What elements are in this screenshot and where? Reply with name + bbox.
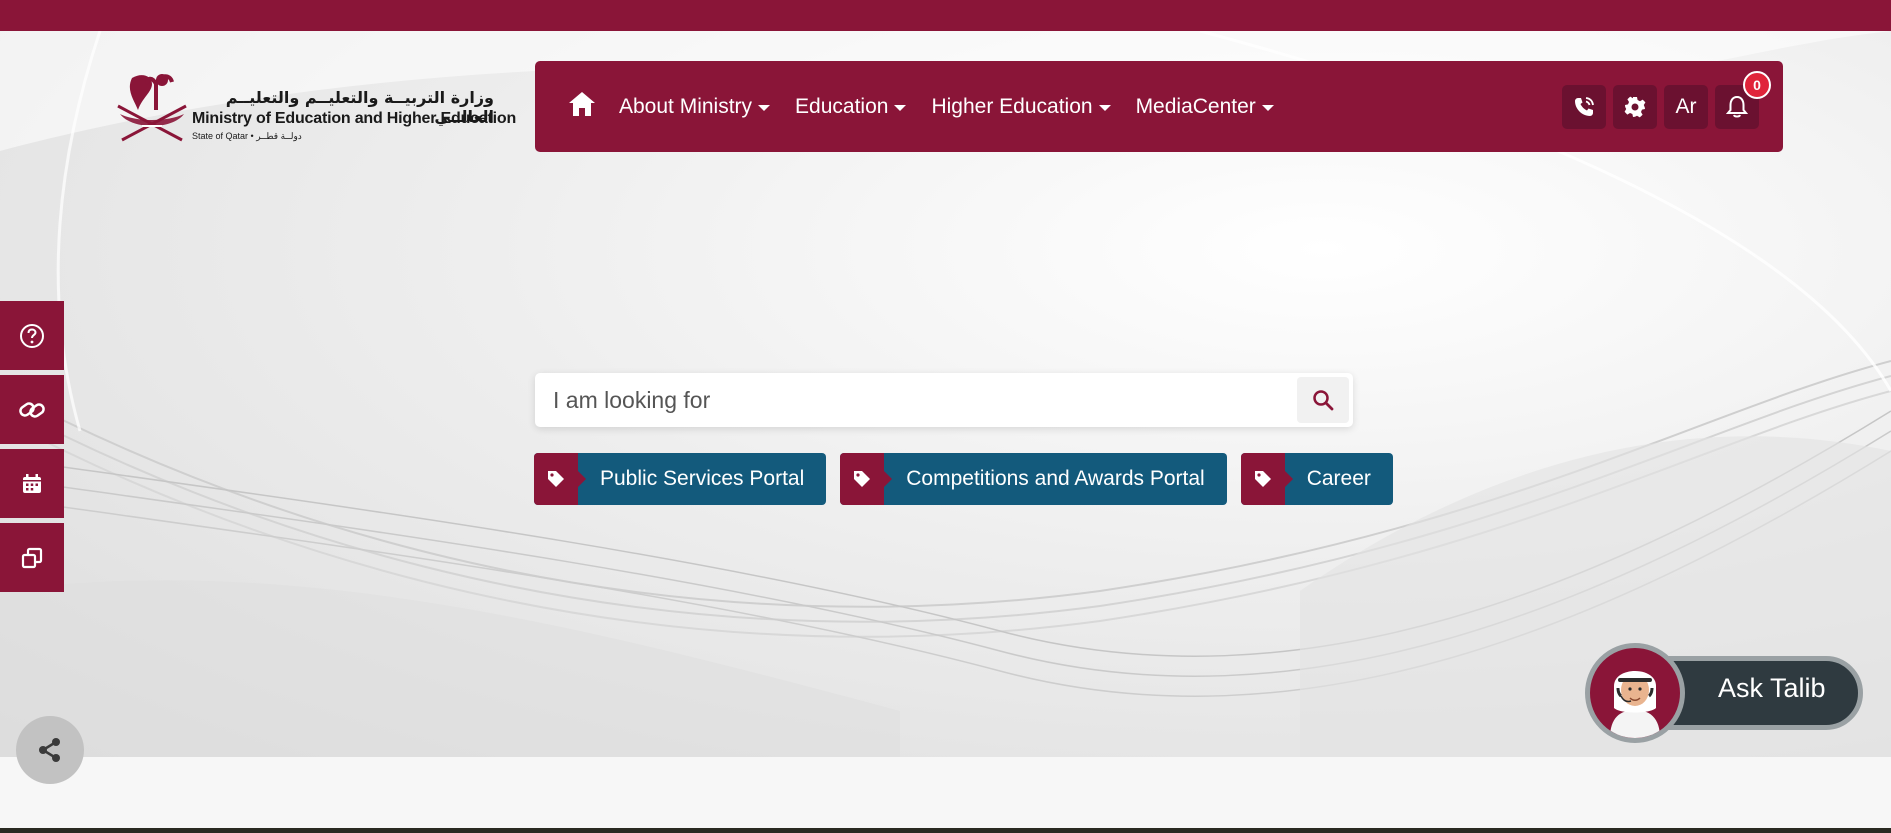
chatbot-avatar [1585,643,1685,743]
quick-link-label: Career [1306,467,1371,490]
top-bar [0,0,1891,31]
logo-english-title: Ministry of Education and Higher Educati… [192,110,517,127]
nav-item-label: Education [795,94,889,118]
language-toggle-button[interactable]: Ar [1664,85,1708,129]
ask-talib-label: Ask Talib [1718,673,1826,703]
caret-down-icon [894,104,907,111]
side-quick-bar [0,301,64,597]
ask-talib-chatbot[interactable]: Ask Talib [1585,643,1867,743]
page-footer-area [0,757,1891,828]
site-search [535,373,1353,427]
tag-icon [840,453,893,505]
qatar-emblem-icon [117,74,187,142]
caret-down-icon [758,104,771,111]
quick-links: Public Services Portal Competitions and … [534,453,1393,505]
gear-icon [1624,96,1646,118]
nav-item-label: Higher Education [931,94,1093,118]
nav-tools: Ar 0 [1562,71,1771,129]
ministry-logo[interactable]: وزارة التربيــة والتعليــم والتعليــم ال… [112,70,516,150]
side-windows-button[interactable] [0,523,64,592]
side-links-button[interactable] [0,375,64,444]
logo-state-line: State of Qatar • دولــة قطــر [192,131,302,141]
side-calendar-button[interactable] [0,449,64,518]
quick-link-label: Public Services Portal [600,467,805,490]
share-button[interactable] [16,716,84,784]
contact-button[interactable] [1562,85,1606,129]
phone-call-icon [1575,97,1594,116]
side-help-button[interactable] [0,301,64,370]
home-icon[interactable] [568,91,598,121]
search-input[interactable] [535,373,1297,427]
nav-item-label: About Ministry [619,94,753,118]
nav-item-about-ministry[interactable]: About Ministry [619,94,771,119]
tag-icon [534,453,586,505]
main-navigation: About Ministry Education Higher Educatio… [535,61,1783,152]
help-circle-icon [20,323,44,348]
windows-icon [21,547,43,568]
nav-item-higher-education[interactable]: Higher Education [931,94,1111,119]
quick-link-career[interactable]: Career [1240,453,1393,505]
quick-link-public-services[interactable]: Public Services Portal [534,453,827,505]
calendar-icon [23,473,41,493]
share-icon [39,738,60,762]
nav-item-education[interactable]: Education [795,94,907,119]
quick-link-label: Competitions and Awards Portal [906,467,1205,490]
nav-menu: About Ministry Education Higher Educatio… [619,61,1274,152]
bell-icon [1726,95,1748,118]
search-icon [1313,390,1334,411]
settings-button[interactable] [1613,85,1657,129]
language-label: Ar [1675,95,1697,118]
notifications-button[interactable]: 0 [1715,71,1771,129]
nav-item-label: MediaCenter [1135,94,1256,118]
caret-down-icon [1098,104,1111,111]
link-icon [19,401,45,418]
tag-icon [1240,453,1293,505]
quick-link-competitions-awards[interactable]: Competitions and Awards Portal [840,453,1227,505]
notifications-count-badge: 0 [1743,71,1771,99]
caret-down-icon [1261,104,1274,111]
bottom-divider [0,828,1891,833]
nav-item-media-center[interactable]: MediaCenter [1136,95,1274,119]
search-button[interactable] [1297,377,1349,423]
